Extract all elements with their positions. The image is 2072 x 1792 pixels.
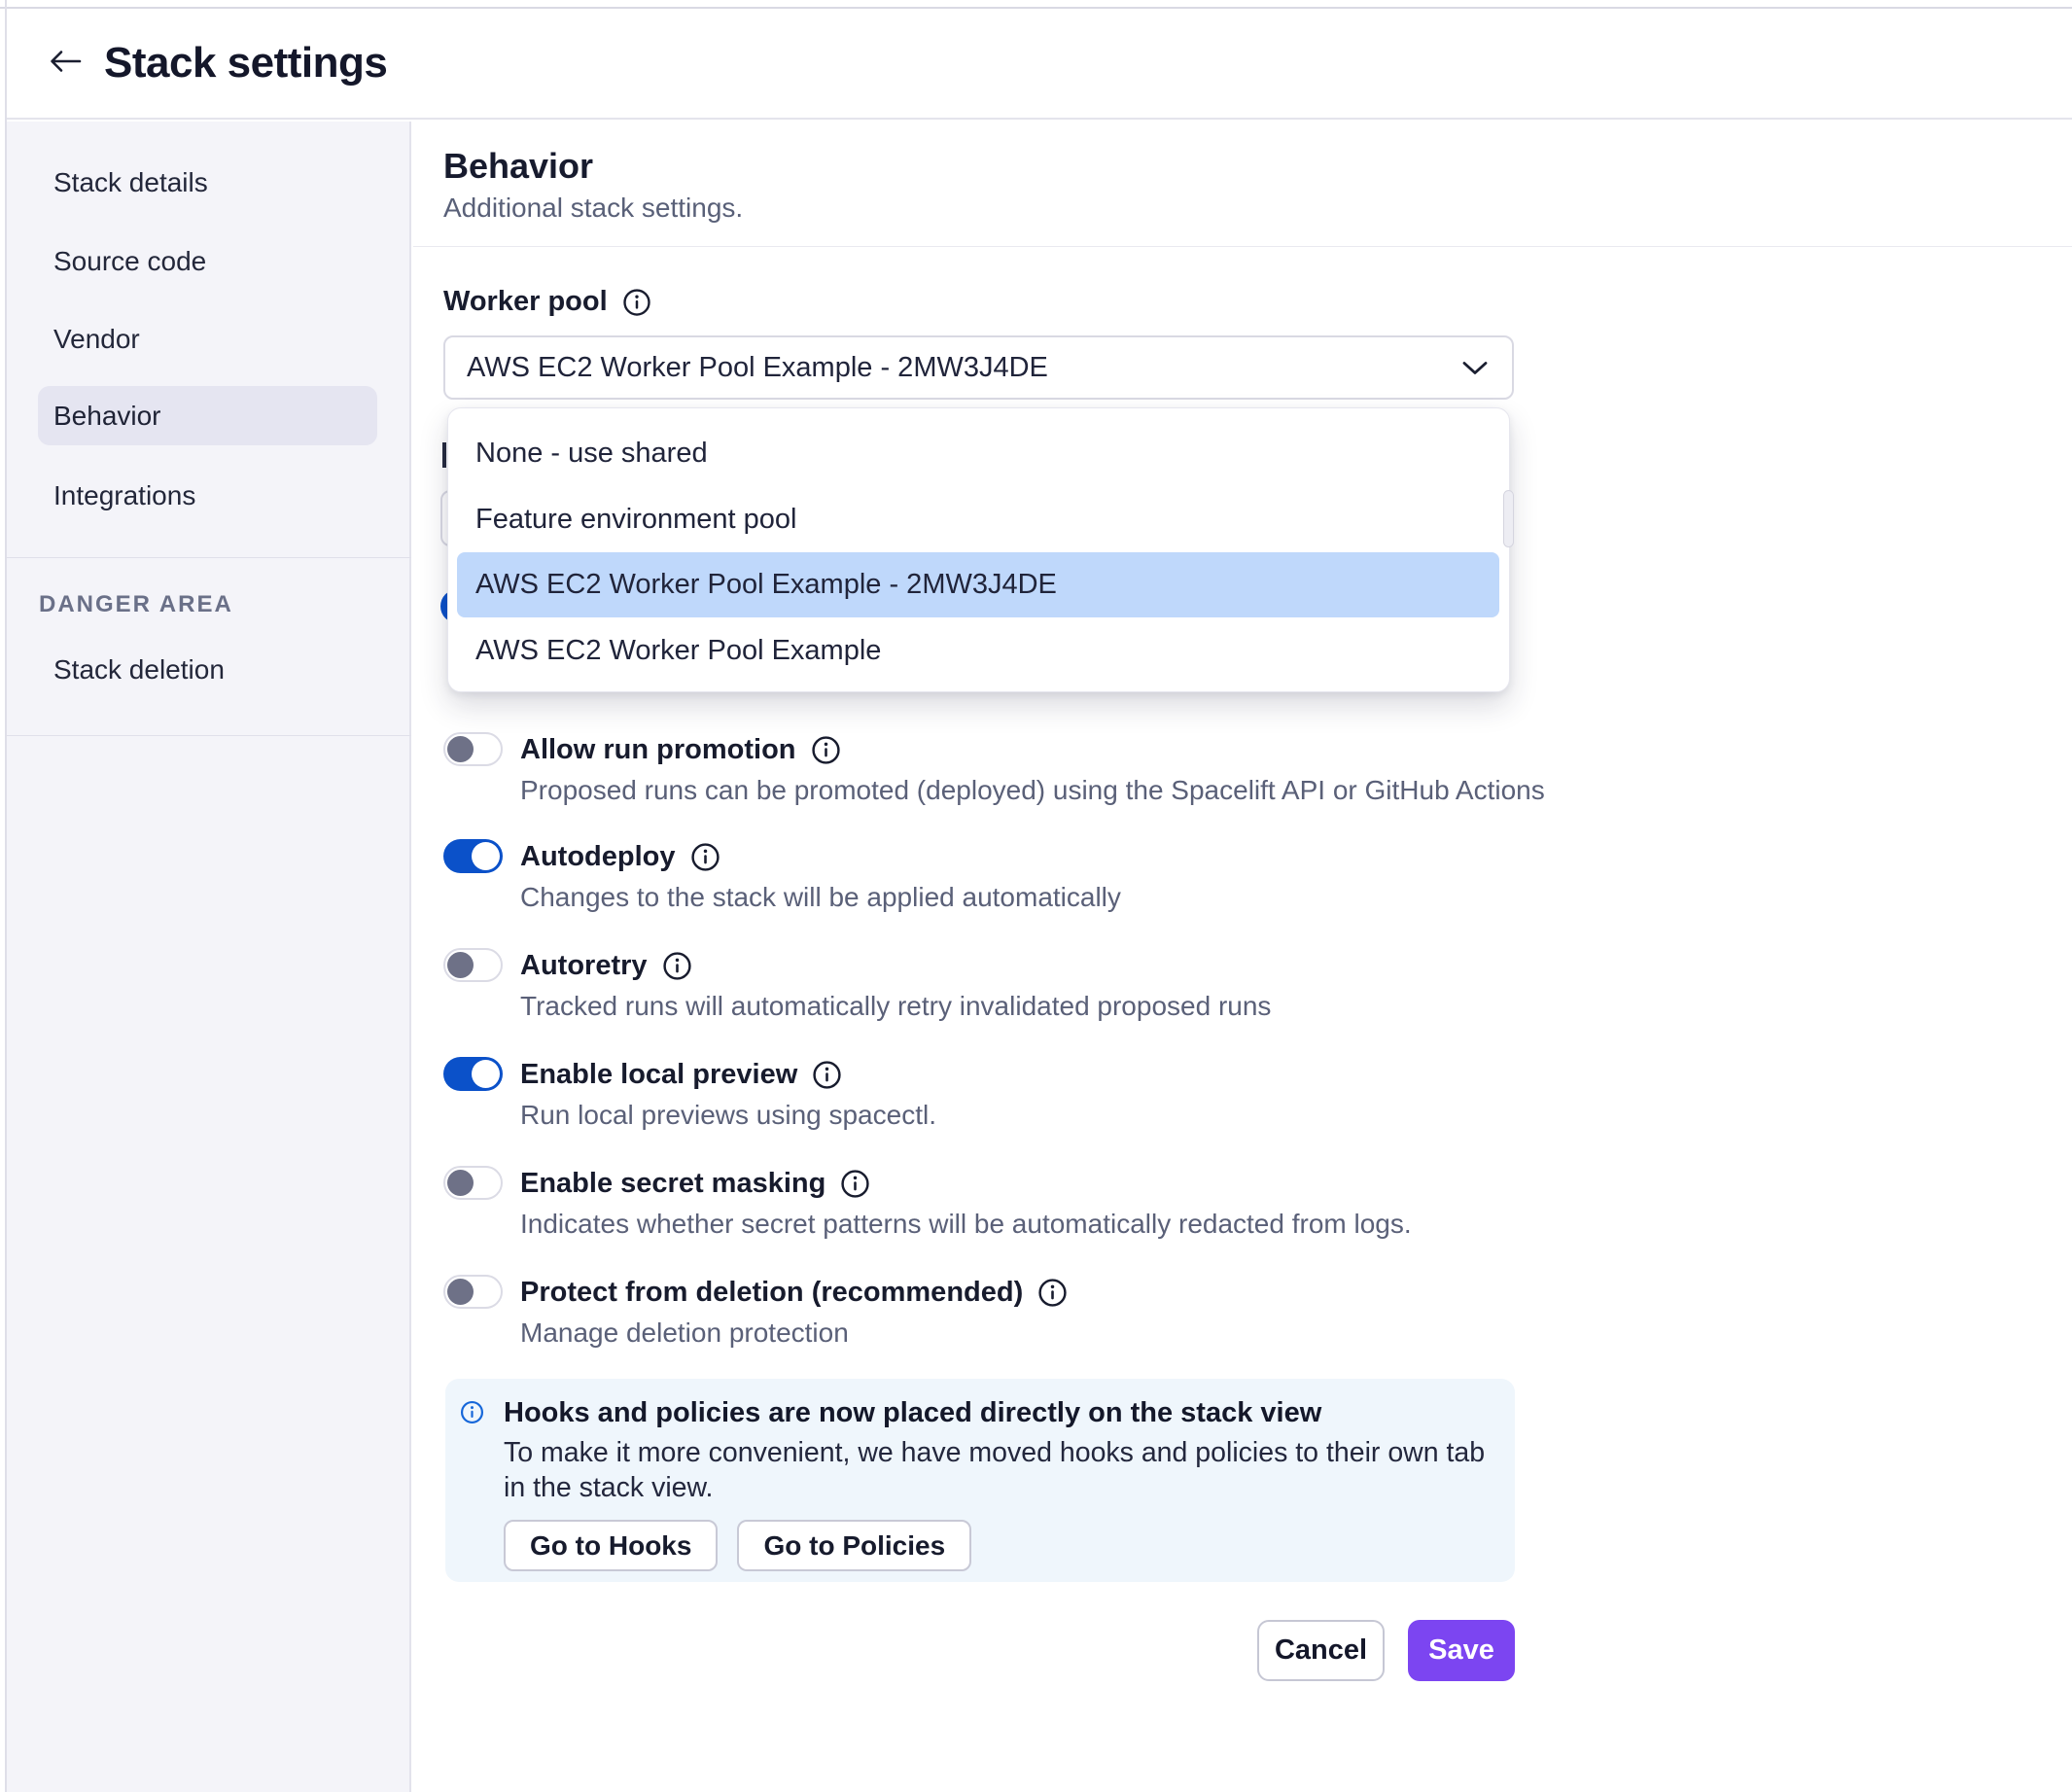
arrow-left-icon <box>47 47 84 81</box>
info-icon[interactable] <box>812 1060 842 1090</box>
toggle-label-row: Autodeploy <box>520 837 720 876</box>
info-icon <box>460 1400 484 1424</box>
worker-pool-select[interactable]: AWS EC2 Worker Pool Example - 2MW3J4DE <box>443 335 1514 400</box>
sidebar-item-source-code[interactable]: Source code <box>53 242 206 281</box>
section-subheading: Additional stack settings. <box>443 193 744 223</box>
sidebar <box>7 122 411 1792</box>
toggle-label: Protect from deletion (recommended) <box>520 1276 1024 1308</box>
toggle-label: Autoretry <box>520 949 648 981</box>
notice-title: Hooks and policies are now placed direct… <box>504 1397 1322 1428</box>
sidebar-item-label: Behavior <box>53 401 161 431</box>
notice-body: To make it more convenient, we have move… <box>504 1437 1486 1503</box>
toggle-knob <box>447 1279 474 1305</box>
worker-pool-dropdown: None - use shared Feature environment po… <box>447 407 1514 692</box>
sidebar-item-stack-deletion[interactable]: Stack deletion <box>53 650 225 689</box>
toggle-description: Changes to the stack will be applied aut… <box>520 882 1121 912</box>
info-icon[interactable] <box>1037 1278 1068 1308</box>
toggle-description: Tracked runs will automatically retry in… <box>520 991 1272 1021</box>
worker-pool-label: Worker pool <box>443 286 608 317</box>
enable-secret-masking-toggle[interactable] <box>443 1166 503 1200</box>
toggle-label: Allow run promotion <box>520 733 796 765</box>
cancel-button[interactable]: Cancel <box>1257 1620 1385 1681</box>
toggle-label-row: Enable local preview <box>520 1055 842 1094</box>
dropdown-option-none[interactable]: None - use shared <box>448 420 1509 486</box>
toggle-knob <box>447 736 474 762</box>
toggle-knob <box>447 952 474 978</box>
toggle-description: Proposed runs can be promoted (deployed)… <box>520 775 1545 805</box>
section-heading: Behavior <box>443 146 594 186</box>
sidebar-item-vendor[interactable]: Vendor <box>53 320 140 359</box>
toggle-label-row: Enable secret masking <box>520 1164 870 1203</box>
toggle-knob <box>447 1170 474 1196</box>
toggle-knob <box>472 1060 500 1088</box>
toggle-description: Manage deletion protection <box>520 1318 849 1348</box>
chevron-down-icon <box>1461 360 1489 376</box>
sidebar-item-behavior[interactable]: Behavior <box>38 386 377 445</box>
info-icon[interactable] <box>840 1169 870 1199</box>
toggle-description: Indicates whether secret patterns will b… <box>520 1209 1412 1239</box>
sidebar-divider <box>7 557 411 558</box>
danger-area-heading: DANGER AREA <box>39 591 233 617</box>
toggle-label: Enable secret masking <box>520 1167 826 1199</box>
occluded-field-label-fragment <box>442 442 446 468</box>
info-icon[interactable] <box>662 951 692 981</box>
toggle-label: Autodeploy <box>520 840 676 872</box>
sidebar-item-integrations[interactable]: Integrations <box>53 476 195 515</box>
toggle-description: Run local previews using spacectl. <box>520 1100 936 1130</box>
enable-local-preview-toggle[interactable] <box>443 1057 503 1091</box>
go-to-policies-button[interactable]: Go to Policies <box>737 1520 972 1571</box>
sidebar-divider <box>7 735 411 736</box>
allow-run-promotion-toggle[interactable] <box>443 732 503 766</box>
info-icon[interactable] <box>811 735 841 765</box>
notice-buttons: Go to Hooks Go to Policies <box>504 1520 972 1571</box>
toggle-label-row: Autoretry <box>520 946 692 985</box>
toggle-knob <box>472 842 500 870</box>
dropdown-option-feature-pool[interactable]: Feature environment pool <box>448 486 1509 552</box>
stack-settings-page: Stack settings Stack details Source code… <box>0 0 2072 1792</box>
worker-pool-selected-value: AWS EC2 Worker Pool Example - 2MW3J4DE <box>467 351 1048 383</box>
section-divider <box>413 246 2072 247</box>
header: Stack settings <box>7 9 2072 120</box>
sidebar-item-stack-details[interactable]: Stack details <box>53 163 208 202</box>
toggle-label-row: Allow run promotion <box>520 730 841 769</box>
dropdown-scrollbar-thumb[interactable] <box>1503 490 1514 547</box>
toggle-label: Enable local preview <box>520 1058 798 1090</box>
go-to-hooks-button[interactable]: Go to Hooks <box>504 1520 719 1571</box>
info-icon[interactable] <box>690 842 720 872</box>
toggle-label-row: Protect from deletion (recommended) <box>520 1273 1068 1312</box>
hooks-policies-notice: Hooks and policies are now placed direct… <box>445 1379 1515 1582</box>
worker-pool-label-row: Worker pool <box>443 286 651 318</box>
autodeploy-toggle[interactable] <box>443 839 503 873</box>
dropdown-option-aws-ec2[interactable]: AWS EC2 Worker Pool Example <box>448 617 1509 684</box>
protect-from-deletion-toggle[interactable] <box>443 1275 503 1309</box>
page-title: Stack settings <box>104 39 388 87</box>
dropdown-option-aws-ec2-2mw3j4de[interactable]: AWS EC2 Worker Pool Example - 2MW3J4DE <box>457 552 1499 617</box>
autoretry-toggle[interactable] <box>443 948 503 982</box>
save-button[interactable]: Save <box>1408 1620 1515 1681</box>
back-button[interactable] <box>44 42 87 85</box>
info-icon[interactable] <box>622 288 651 317</box>
